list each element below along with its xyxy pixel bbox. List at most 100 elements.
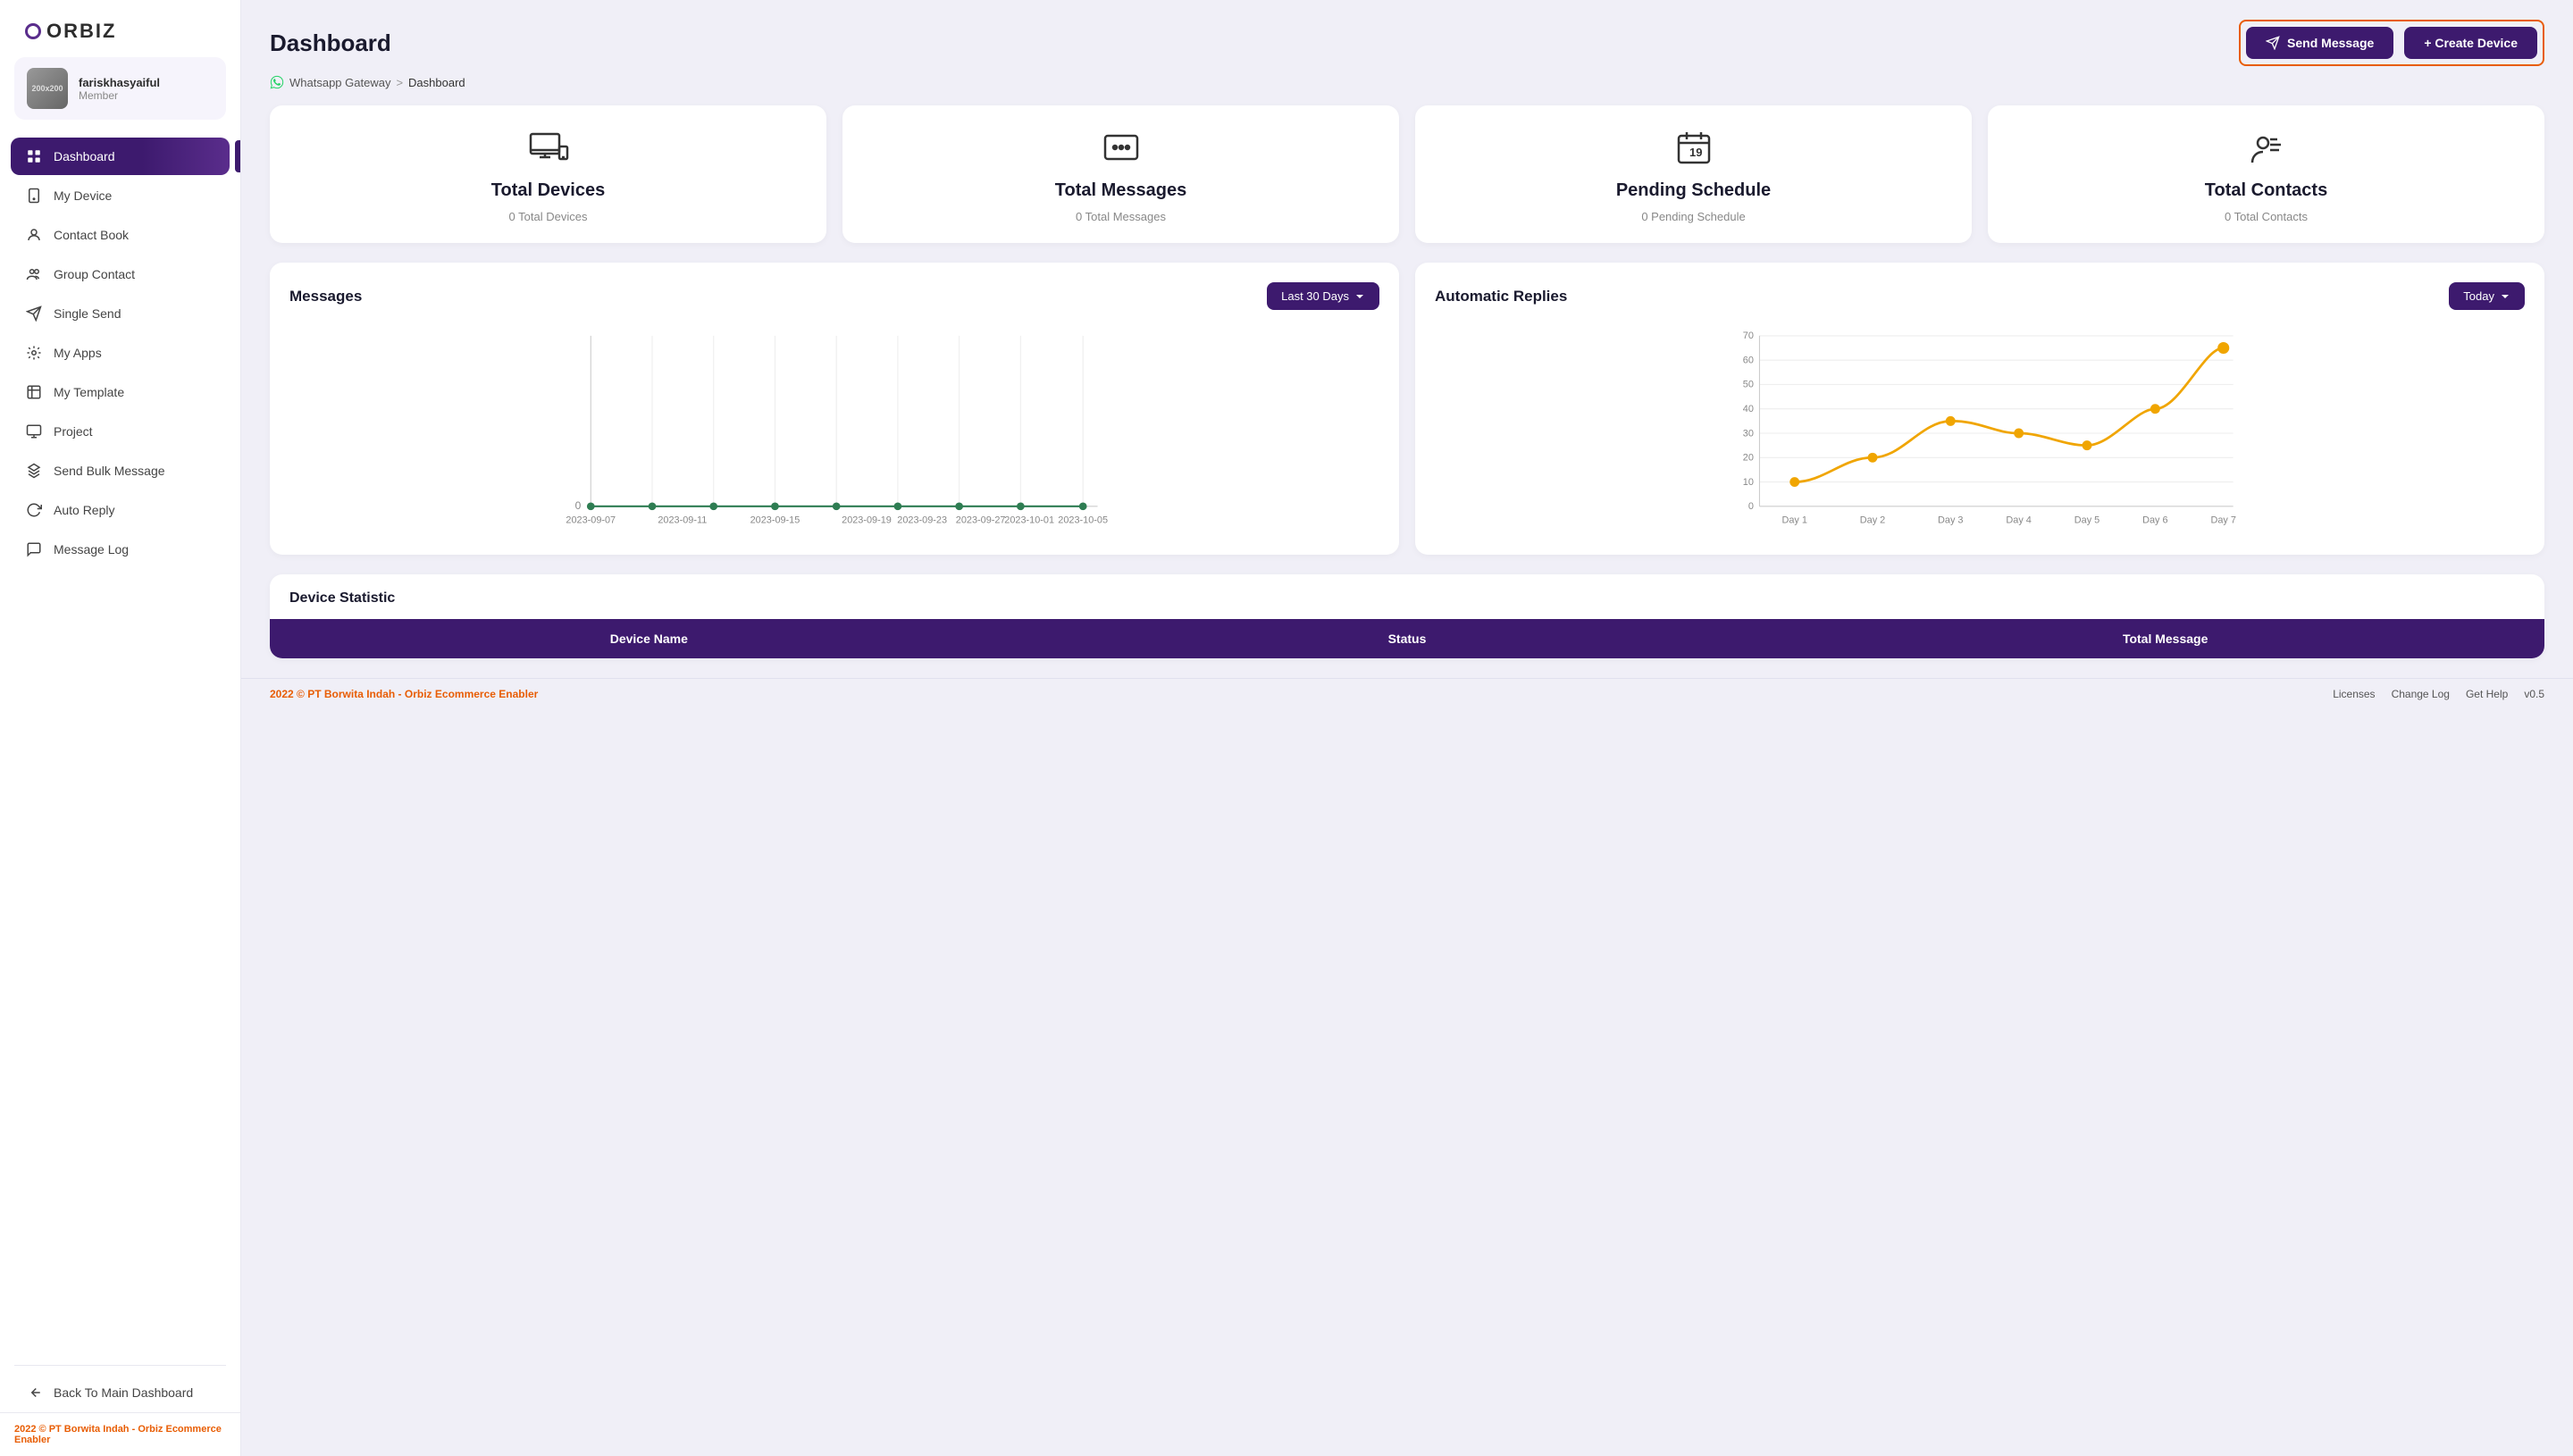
- stat-title: Total Messages: [1055, 180, 1186, 201]
- svg-text:Day 6: Day 6: [2142, 515, 2167, 525]
- create-device-button[interactable]: + Create Device: [2404, 27, 2537, 59]
- sidebar-item-send-bulk[interactable]: Send Bulk Message: [11, 452, 230, 490]
- logo-text: ORBIZ: [46, 20, 116, 43]
- sidebar-item-single-send[interactable]: Single Send: [11, 295, 230, 332]
- sidebar-item-label: My Template: [54, 385, 124, 399]
- messages-chart-card: Messages Last 30 Days 0: [270, 263, 1399, 555]
- footer-brand: Orbiz Ecommerce Enabler: [405, 688, 538, 700]
- sidebar-item-message-log[interactable]: Message Log: [11, 531, 230, 568]
- table-section: Device Statistic Device Name Status Tota…: [241, 574, 2573, 678]
- svg-text:Day 3: Day 3: [1938, 515, 1963, 525]
- footer-version: v0.5: [2524, 688, 2544, 700]
- back-icon: [25, 1384, 43, 1402]
- messages-chart-header: Messages Last 30 Days: [289, 282, 1379, 310]
- messages-chart-title: Messages: [289, 288, 362, 305]
- footer-changelog[interactable]: Change Log: [2392, 688, 2450, 700]
- svg-text:50: 50: [1743, 380, 1754, 390]
- svg-text:0: 0: [575, 499, 582, 512]
- svg-text:70: 70: [1743, 331, 1754, 341]
- stat-card-schedule: 19 Pending Schedule 0 Pending Schedule: [1415, 105, 1972, 243]
- footer-licenses[interactable]: Licenses: [2333, 688, 2375, 700]
- sidebar: ORBIZ 200x200 fariskhasyaiful Member Das…: [0, 0, 241, 1456]
- svg-text:40: 40: [1743, 404, 1754, 414]
- charts-row: Messages Last 30 Days 0: [241, 263, 2573, 574]
- main-header: Dashboard Send Message + Create Device: [241, 0, 2573, 75]
- device-table-card: Device Statistic Device Name Status Tota…: [270, 574, 2544, 658]
- user-info: fariskhasyaiful Member: [79, 76, 160, 102]
- svg-text:19: 19: [1689, 146, 1702, 159]
- col-total-message: Total Message: [1786, 619, 2544, 658]
- svg-text:10: 10: [1743, 477, 1754, 488]
- sidebar-item-label: Group Contact: [54, 267, 135, 281]
- svg-text:30: 30: [1743, 428, 1754, 439]
- sidebar-item-auto-reply[interactable]: Auto Reply: [11, 491, 230, 529]
- user-profile: 200x200 fariskhasyaiful Member: [14, 57, 226, 120]
- messages-icon: [1102, 130, 1141, 172]
- sidebar-item-my-apps[interactable]: My Apps: [11, 334, 230, 372]
- svg-text:Day 1: Day 1: [1782, 515, 1807, 525]
- template-icon: [25, 383, 43, 401]
- divider: [14, 1365, 226, 1366]
- send-message-button[interactable]: Send Message: [2246, 27, 2393, 59]
- svg-text:Day 7: Day 7: [2211, 515, 2236, 525]
- auto-replies-dropdown[interactable]: Today: [2449, 282, 2525, 310]
- stat-title: Pending Schedule: [1616, 180, 1771, 201]
- auto-replies-chart: 0 10 20 30 40 50 60 70: [1435, 326, 2525, 540]
- footer-links: Licenses Change Log Get Help v0.5: [2333, 688, 2544, 700]
- sidebar-item-my-device[interactable]: My Device: [11, 177, 230, 214]
- send-icon: [25, 305, 43, 322]
- stat-card-contacts: Total Contacts 0 Total Contacts: [1988, 105, 2544, 243]
- sidebar-item-label: Auto Reply: [54, 503, 114, 517]
- sidebar-footer: 2022 © PT Borwita Indah - Orbiz Ecommerc…: [0, 1412, 240, 1456]
- sidebar-item-dashboard[interactable]: Dashboard: [11, 138, 230, 175]
- stat-title: Total Devices: [491, 180, 605, 201]
- contact-icon: [25, 226, 43, 244]
- device-icon: [25, 187, 43, 205]
- page-title: Dashboard: [270, 29, 391, 57]
- sidebar-item-my-template[interactable]: My Template: [11, 373, 230, 411]
- sidebar-item-group-contact[interactable]: Group Contact: [11, 255, 230, 293]
- col-status: Status: [1028, 619, 1787, 658]
- footer-gethelp[interactable]: Get Help: [2466, 688, 2508, 700]
- svg-text:Day 2: Day 2: [1860, 515, 1885, 525]
- svg-text:2023-09-19: 2023-09-19: [842, 515, 892, 525]
- svg-text:2023-09-27: 2023-09-27: [956, 515, 1006, 525]
- auto-replies-chart-card: Automatic Replies Today: [1415, 263, 2544, 555]
- svg-text:2023-10-01: 2023-10-01: [1004, 515, 1054, 525]
- stat-title: Total Contacts: [2205, 180, 2327, 201]
- dashboard-icon: [25, 147, 43, 165]
- stat-sub: 0 Total Messages: [1076, 210, 1166, 223]
- auto-reply-icon: [25, 501, 43, 519]
- stat-sub: 0 Pending Schedule: [1641, 210, 1745, 223]
- svg-text:2023-09-23: 2023-09-23: [897, 515, 947, 525]
- sidebar-item-label: Project: [54, 424, 93, 439]
- svg-text:2023-09-11: 2023-09-11: [658, 515, 707, 525]
- stat-sub: 0 Total Contacts: [2225, 210, 2308, 223]
- nav-list: Dashboard My Device Contact Book Group C…: [0, 134, 240, 1358]
- header-actions: Send Message + Create Device: [2239, 20, 2544, 66]
- whatsapp-icon: [270, 75, 284, 89]
- logo: ORBIZ: [0, 0, 240, 57]
- sidebar-item-label: Dashboard: [54, 149, 115, 163]
- sidebar-item-label: My Apps: [54, 346, 102, 360]
- user-role: Member: [79, 89, 160, 102]
- svg-text:20: 20: [1743, 453, 1754, 464]
- sidebar-item-contact-book[interactable]: Contact Book: [11, 216, 230, 254]
- project-icon: [25, 423, 43, 440]
- stat-cards: Total Devices 0 Total Devices Total Mess…: [241, 105, 2573, 263]
- sidebar-item-project[interactable]: Project: [11, 413, 230, 450]
- svg-text:0: 0: [1748, 501, 1754, 512]
- svg-text:Day 4: Day 4: [2006, 515, 2031, 525]
- svg-text:2023-09-15: 2023-09-15: [750, 515, 800, 525]
- main-content: Dashboard Send Message + Create Device W…: [241, 0, 2573, 1456]
- back-to-main[interactable]: Back To Main Dashboard: [0, 1373, 240, 1412]
- svg-text:60: 60: [1743, 355, 1754, 365]
- svg-text:2023-09-07: 2023-09-07: [566, 515, 616, 525]
- back-label: Back To Main Dashboard: [54, 1385, 193, 1400]
- sidebar-item-label: My Device: [54, 188, 112, 203]
- contacts-icon: [2247, 130, 2286, 172]
- messages-dropdown[interactable]: Last 30 Days: [1267, 282, 1379, 310]
- logo-icon: [25, 23, 41, 39]
- table-title: Device Statistic: [270, 574, 2544, 619]
- log-icon: [25, 540, 43, 558]
